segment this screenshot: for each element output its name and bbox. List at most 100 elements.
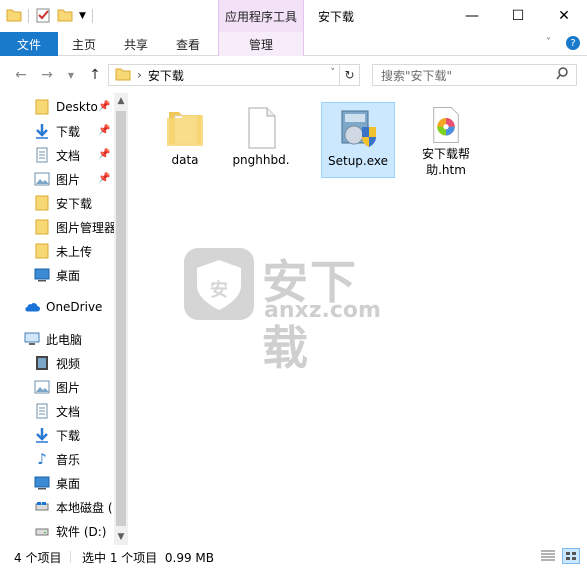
breadcrumb-separator-icon: › xyxy=(137,68,142,82)
music-icon: ♪ xyxy=(37,450,47,468)
help-icon[interactable]: ? xyxy=(566,36,580,50)
scroll-down-icon[interactable]: ▼ xyxy=(114,529,128,545)
tab-manage[interactable]: 管理 xyxy=(218,32,304,56)
nav-label: 图片 xyxy=(56,380,81,395)
divider xyxy=(91,9,93,23)
context-tab-group-label: 应用程序工具 xyxy=(218,0,304,32)
watermark: 安 安下载 anxz.com xyxy=(184,244,404,375)
computer-icon xyxy=(24,331,40,347)
close-icon: ✕ xyxy=(558,8,570,24)
item-count: 4 个项目 xyxy=(14,550,62,565)
back-arrow-icon[interactable]: ← xyxy=(12,66,30,84)
nav-label: 未上传 xyxy=(56,244,93,259)
qat-dropdown-icon[interactable]: ▼ xyxy=(79,11,86,21)
tab-share[interactable]: 共享 xyxy=(110,32,162,56)
tab-file[interactable]: 文件 xyxy=(0,32,58,56)
minimize-icon: — xyxy=(465,8,479,24)
address-dropdown-icon[interactable]: ˅ xyxy=(331,68,336,78)
document-icon xyxy=(34,403,50,419)
nav-label: 此电脑 xyxy=(46,332,83,347)
properties-icon[interactable] xyxy=(35,7,51,26)
nav-label: 文档 xyxy=(56,148,81,163)
divider xyxy=(70,551,71,563)
picture-icon xyxy=(34,379,50,395)
file-name: Setup.exe xyxy=(327,154,389,168)
pin-icon: 📌 xyxy=(98,101,111,112)
file-item-pnghhbd[interactable]: pnghhbd. xyxy=(224,102,298,178)
refresh-icon[interactable]: ↻ xyxy=(339,65,359,85)
nav-label: 下载 xyxy=(56,124,81,139)
maximize-icon: ☐ xyxy=(511,8,525,24)
nav-label: OneDrive xyxy=(46,300,103,314)
divider xyxy=(28,9,29,23)
folder-icon xyxy=(34,195,50,211)
selection-info: 选中 1 个项目 0.99 MB xyxy=(82,550,215,565)
pin-icon: 📌 xyxy=(98,125,111,136)
nav-label: 图片 xyxy=(56,172,81,187)
breadcrumb-current[interactable]: 安下载 xyxy=(148,67,184,84)
watermark-subtext: anxz.com xyxy=(264,298,381,323)
desktop-icon xyxy=(34,475,50,491)
nav-scrollbar[interactable]: ▲ ▼ xyxy=(114,93,128,545)
pin-icon: 📌 xyxy=(98,149,111,160)
folder-icon xyxy=(6,8,22,25)
html-file-icon xyxy=(433,107,459,143)
scroll-thumb[interactable] xyxy=(116,111,126,526)
search-placeholder: 搜索"安下载" xyxy=(381,68,453,83)
cloud-icon xyxy=(24,299,40,315)
watermark-badge: 安 xyxy=(210,280,228,301)
drive-icon xyxy=(34,499,50,515)
folder-icon xyxy=(34,243,50,259)
minimize-button[interactable]: — xyxy=(449,0,495,32)
file-item-help-htm[interactable]: 安下载帮助.htm xyxy=(409,102,483,178)
up-arrow-icon[interactable]: ↑ xyxy=(86,66,104,84)
download-icon xyxy=(34,123,50,139)
installer-icon xyxy=(341,110,376,147)
quick-access-toolbar: ▼ xyxy=(6,6,93,26)
tab-home[interactable]: 主页 xyxy=(58,32,110,56)
picture-icon xyxy=(34,171,50,187)
nav-label: 图片管理器 xyxy=(56,220,117,235)
ribbon-tabs: 文件 主页 共享 查看 管理 ˅ ? xyxy=(0,32,587,56)
file-name: data xyxy=(171,153,199,167)
nav-label: 桌面 xyxy=(56,476,81,491)
maximize-button[interactable]: ☐ xyxy=(495,0,541,32)
pin-icon: 📌 xyxy=(98,173,111,184)
new-folder-icon[interactable] xyxy=(57,8,73,25)
desktop-icon xyxy=(34,267,50,283)
forward-arrow-icon[interactable]: → xyxy=(38,66,56,84)
nav-label: 音乐 xyxy=(56,452,81,467)
window-title: 安下载 xyxy=(318,10,355,24)
folder-icon xyxy=(115,67,131,84)
folder-icon xyxy=(167,112,203,146)
nav-label: 安下载 xyxy=(56,196,93,211)
file-item-data[interactable]: data xyxy=(148,102,222,178)
recent-locations-icon[interactable]: ▼ xyxy=(62,66,80,84)
nav-label: 桌面 xyxy=(56,268,81,283)
nav-item-this-pc[interactable]: 此电脑 xyxy=(24,327,128,351)
tab-view[interactable]: 查看 xyxy=(162,32,214,56)
file-name: pnghhbd. xyxy=(232,153,290,167)
nav-item-onedrive[interactable]: OneDrive xyxy=(24,295,128,319)
ribbon-expand-icon[interactable]: ˅ xyxy=(546,37,551,48)
nav-label: 视频 xyxy=(56,356,81,371)
close-button[interactable]: ✕ xyxy=(541,0,587,32)
download-icon xyxy=(34,427,50,443)
large-icons-view-icon[interactable] xyxy=(562,548,580,564)
search-input[interactable]: 搜索"安下载" xyxy=(372,64,577,86)
folder-icon xyxy=(34,99,50,115)
status-bar: 4 个项目 选中 1 个项目 0.99 MB xyxy=(0,545,587,569)
details-view-icon[interactable] xyxy=(540,549,556,566)
search-icon[interactable] xyxy=(556,67,568,84)
title-bar: ▼ 应用程序工具 安下载 — ☐ ✕ xyxy=(0,0,587,32)
address-row: ← → ▼ ↑ › 安下载 ˅ ↻ 搜索"安下载" xyxy=(0,57,587,93)
scroll-up-icon[interactable]: ▲ xyxy=(114,93,128,109)
address-bar[interactable]: › 安下载 ˅ ↻ xyxy=(108,64,360,86)
document-icon xyxy=(34,147,50,163)
file-item-setup-exe[interactable]: Setup.exe xyxy=(321,102,395,178)
file-name: 安下载帮助.htm xyxy=(421,147,470,177)
drive-icon xyxy=(34,523,50,539)
video-icon xyxy=(34,355,50,371)
nav-label: 本地磁盘 ( xyxy=(56,500,113,515)
nav-label: 下载 xyxy=(56,428,81,443)
